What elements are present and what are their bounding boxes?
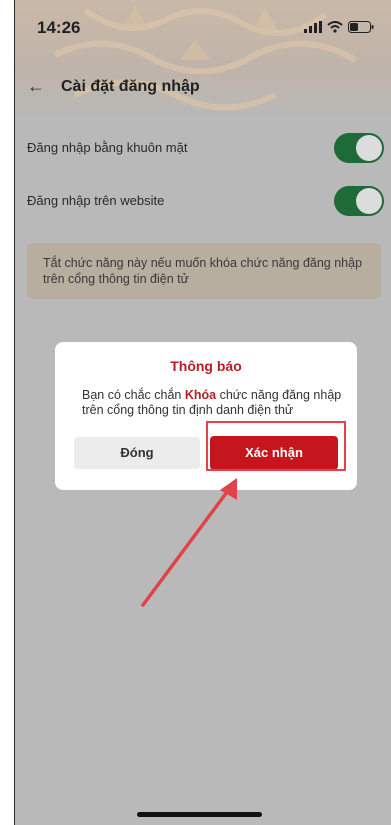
home-indicator [137,812,262,817]
phone-screen: 14:26 ← Cài đặt đăng nhập Đăng nhập bằng… [14,0,391,825]
annotation-arrow-icon [141,478,237,607]
